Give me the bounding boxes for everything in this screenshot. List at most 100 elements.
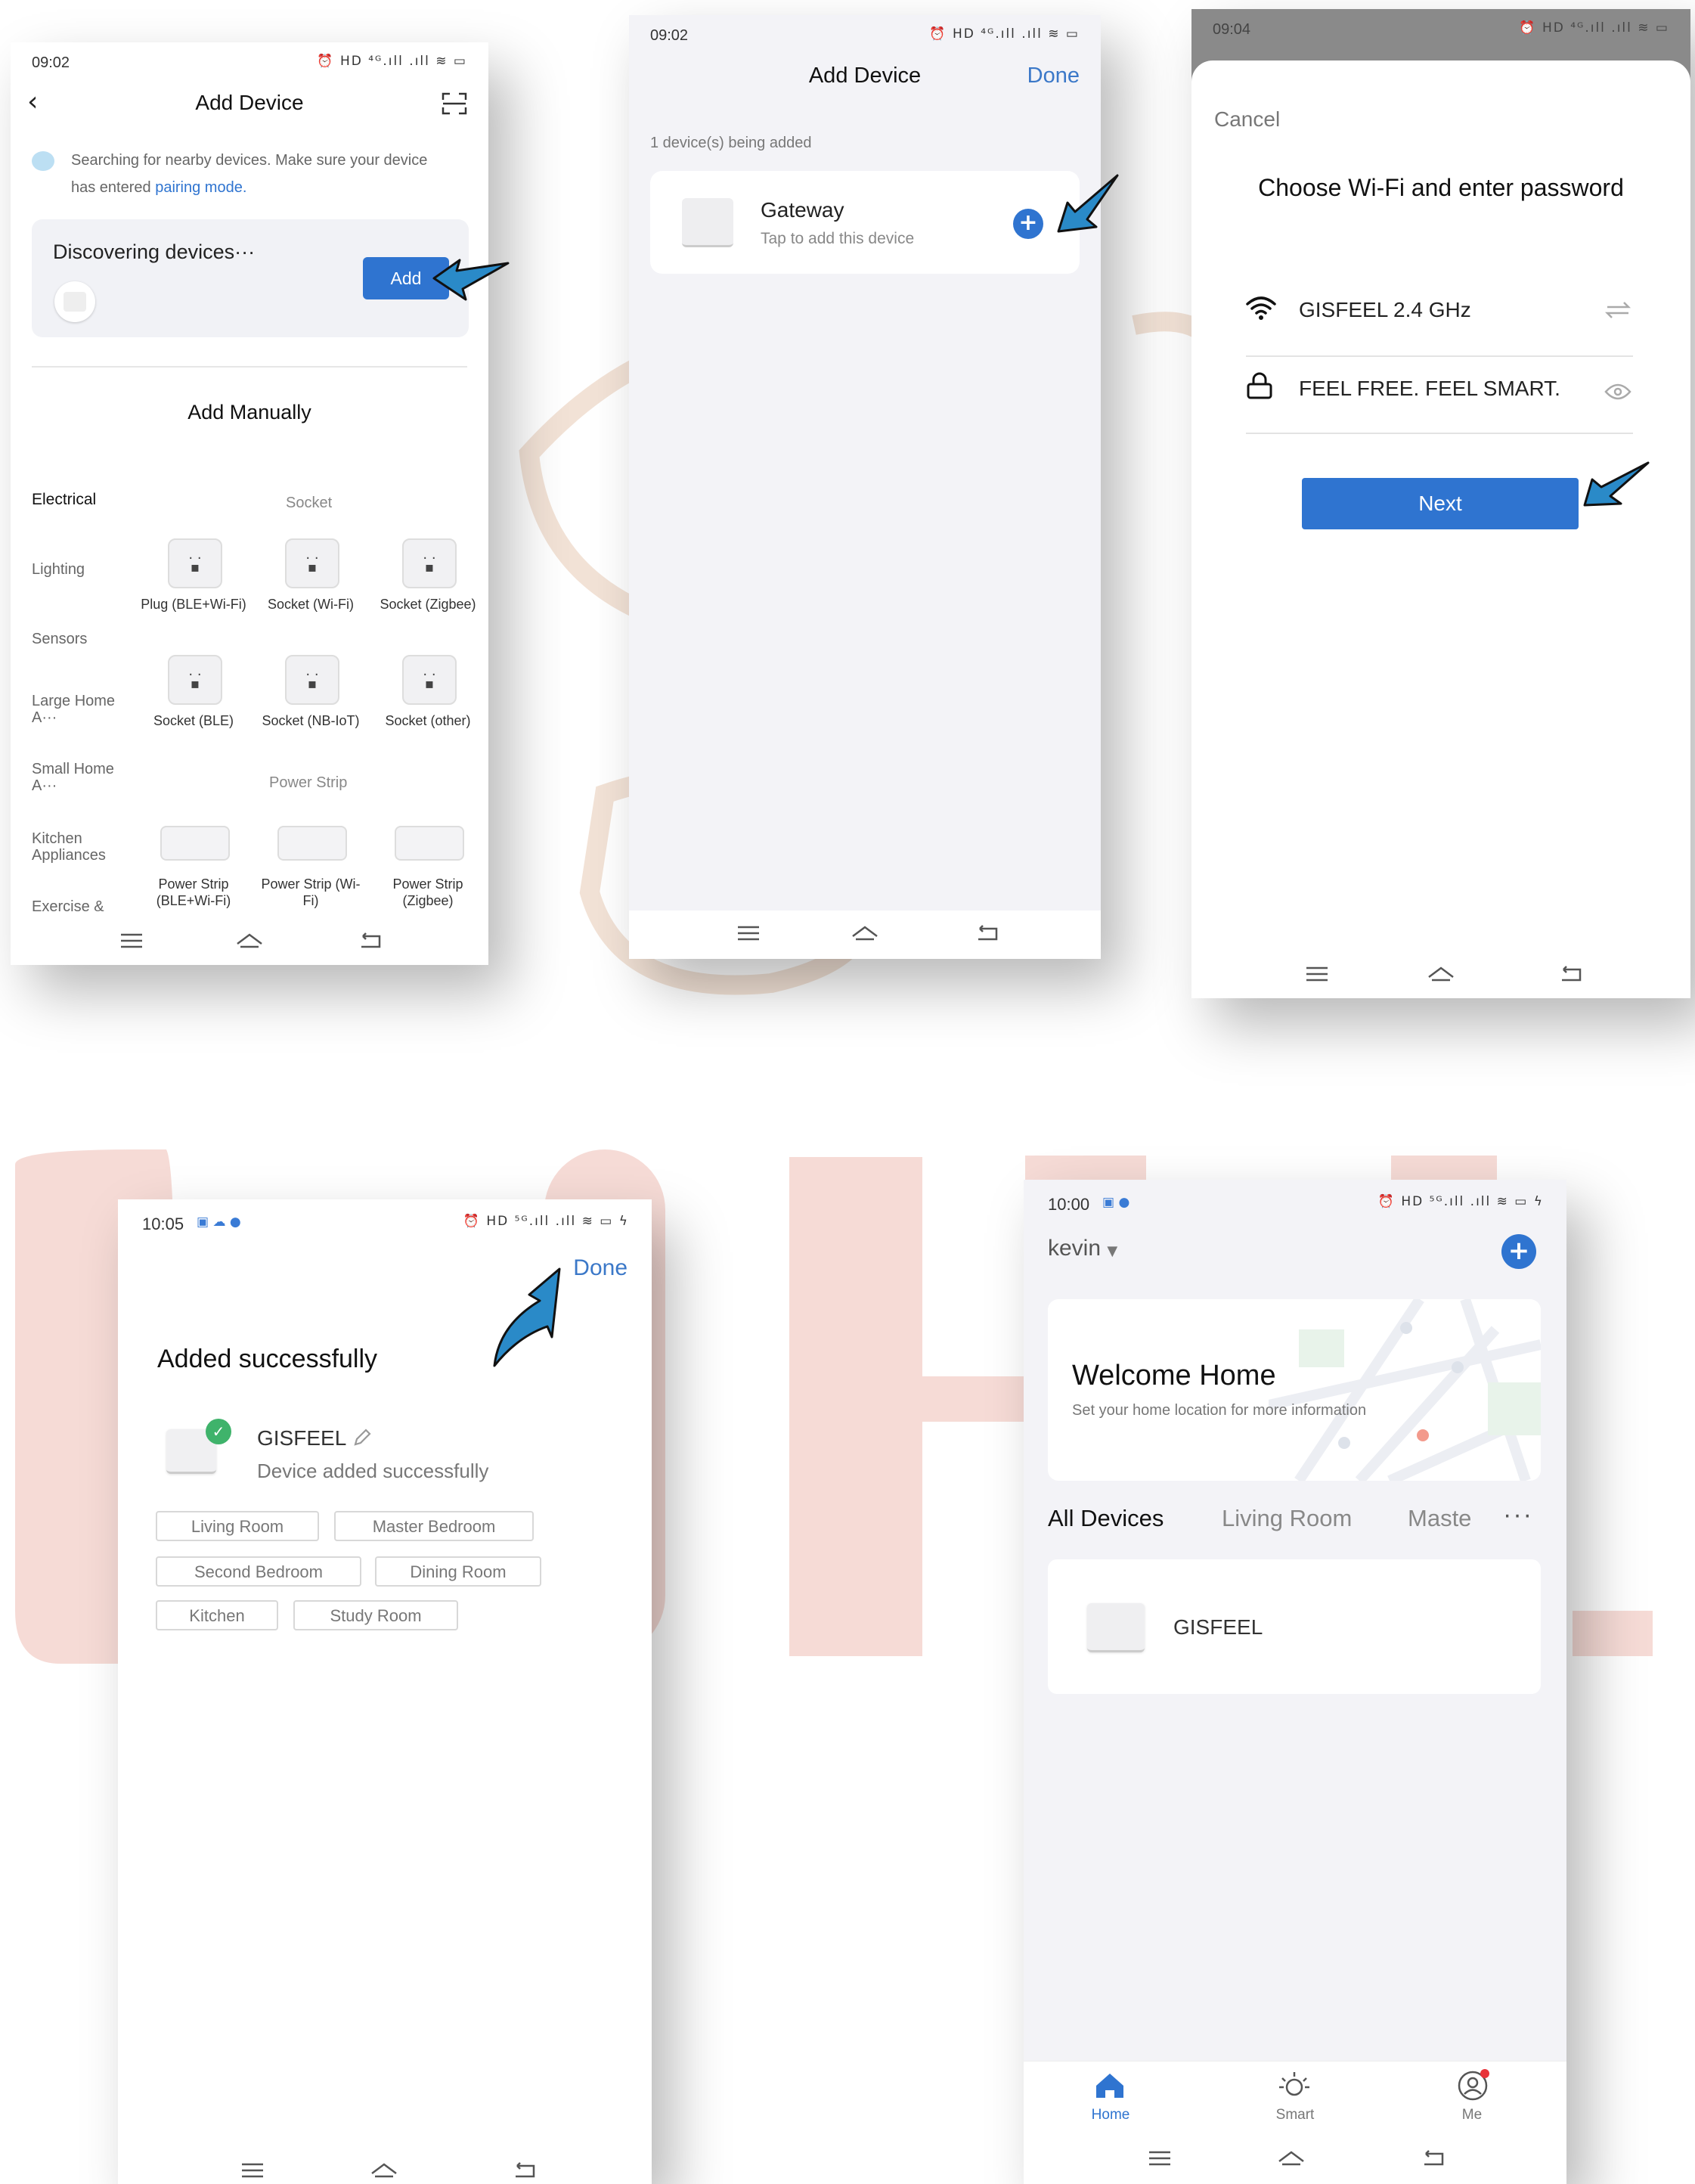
eye-icon[interactable] <box>1604 383 1631 401</box>
scan-icon[interactable] <box>442 92 467 115</box>
status-bar: 10:05 ▣ ☁ ● ⏰ HD ⁵ᴳ.ıll .ıll ≋ ▭ ϟ <box>118 1207 652 1237</box>
category-electrical[interactable]: Electrical <box>32 492 96 508</box>
add-device-plus-icon[interactable]: + <box>1013 209 1043 239</box>
socket-other-icon[interactable]: · · ▪ <box>402 655 457 705</box>
home-nav-icon[interactable] <box>369 2157 399 2184</box>
status-icons: ⏰ HD ⁴ᴳ.ıll .ıll ≋ ▭ <box>1519 20 1669 36</box>
socket-label: Socket (Zigbee) <box>380 597 476 612</box>
category-lighting[interactable]: Lighting <box>32 561 85 578</box>
socket-label: Plug (BLE+Wi-Fi) <box>141 597 246 612</box>
menu-icon[interactable] <box>1302 960 1332 988</box>
home-icon[interactable] <box>1093 2071 1126 2101</box>
device-card[interactable]: Gateway Tap to add this device + <box>650 171 1080 274</box>
home-nav-icon[interactable] <box>1426 960 1456 988</box>
room-tag[interactable]: Master Bedroom <box>334 1511 534 1541</box>
searching-icon <box>32 151 54 171</box>
adding-devices-screen: 09:02 ⏰ HD ⁴ᴳ.ıll .ıll ≋ ▭ Add Device Do… <box>629 15 1101 959</box>
power-strip-section-label: Power Strip <box>269 774 348 791</box>
done-button[interactable]: Done <box>1027 64 1080 88</box>
tab-home-label[interactable]: Home <box>1077 2107 1145 2124</box>
menu-icon[interactable] <box>237 2157 268 2184</box>
socket-label: Socket (BLE) <box>153 713 234 728</box>
socket-ble-icon[interactable]: · · ▪ <box>168 655 222 705</box>
system-nav-bar <box>118 2148 652 2184</box>
pairing-mode-link[interactable]: pairing mode. <box>155 179 246 196</box>
strip-label: Power Strip (BLE+Wi-Fi) <box>156 876 231 908</box>
device-hint: Tap to add this device <box>761 230 915 247</box>
back-nav-icon[interactable] <box>972 920 1002 947</box>
welcome-card[interactable]: Welcome Home Set your home location for … <box>1048 1299 1541 1481</box>
room-tag[interactable]: Study Room <box>293 1600 458 1630</box>
profile-icon[interactable] <box>1456 2069 1492 2102</box>
page-title: Added successfully <box>157 1345 378 1373</box>
device-name: GISFEEL <box>1173 1615 1263 1639</box>
socket-nb-iot-icon[interactable]: · · ▪ <box>285 655 339 705</box>
tab-living-room[interactable]: Living Room <box>1222 1505 1352 1532</box>
menu-icon[interactable] <box>116 927 147 954</box>
status-time: 10:05 <box>142 1215 184 1233</box>
system-nav-bar <box>1191 951 1690 998</box>
strip-label: Power Strip (Zigbee) <box>392 876 463 908</box>
switch-network-icon[interactable] <box>1604 299 1631 321</box>
cancel-button[interactable]: Cancel <box>1214 107 1280 132</box>
room-tag[interactable]: Kitchen <box>156 1600 278 1630</box>
strip-label: Power Strip (Wi-Fi) <box>261 876 361 908</box>
power-strip-wifi-icon[interactable] <box>277 826 347 861</box>
socket-wifi-icon[interactable]: · · ▪ <box>285 538 339 588</box>
smart-icon[interactable] <box>1278 2071 1311 2101</box>
home-nav-icon[interactable] <box>850 920 880 947</box>
page-title: Add Device <box>195 91 304 114</box>
next-button[interactable]: Next <box>1302 478 1579 529</box>
divider <box>1246 355 1633 357</box>
success-check-icon: ✓ <box>206 1419 231 1444</box>
status-bar: 09:02 ⏰ HD ⁴ᴳ.ıll .ıll ≋ ▭ <box>629 20 1101 50</box>
chevron-down-icon: ▼ <box>1107 1243 1118 1259</box>
system-nav-bar <box>1024 2136 1566 2184</box>
sheet-title: Choose Wi-Fi and enter password <box>1258 174 1624 201</box>
tab-master[interactable]: Maste <box>1408 1505 1497 1532</box>
more-tabs-icon[interactable]: ··· <box>1503 1500 1533 1530</box>
added-successfully-screen: 10:05 ▣ ☁ ● ⏰ HD ⁵ᴳ.ıll .ıll ≋ ▭ ϟ Done … <box>118 1199 652 2184</box>
home-nav-icon[interactable] <box>234 927 265 954</box>
divider <box>32 366 467 368</box>
status-bar: 09:02 ⏰ HD ⁴ᴳ.ıll .ıll ≋ ▭ <box>11 47 488 77</box>
home-selector[interactable]: kevin ▼ <box>1048 1236 1117 1261</box>
category-exercise[interactable]: Exercise & <box>32 898 104 915</box>
tab-all-devices[interactable]: All Devices <box>1048 1505 1164 1532</box>
socket-section-label: Socket <box>286 495 333 511</box>
category-kitchen[interactable]: Kitchen Appliances <box>32 830 122 864</box>
lock-icon <box>1247 372 1272 399</box>
back-nav-icon[interactable] <box>355 927 386 954</box>
devices-count: 1 device(s) being added <box>650 135 812 151</box>
menu-icon[interactable] <box>1145 2145 1175 2172</box>
category-large-home[interactable]: Large Home A··· <box>32 693 122 726</box>
device-card[interactable]: GISFEEL <box>1048 1559 1541 1694</box>
wifi-name-field[interactable]: GISFEEL 2.4 GHz <box>1299 298 1471 322</box>
status-icons: ⏰ HD ⁴ᴳ.ıll .ıll ≋ ▭ <box>317 54 467 69</box>
add-device-plus-icon[interactable]: + <box>1501 1234 1536 1269</box>
plug-ble-wifi-icon[interactable]: · · ▪ <box>168 538 222 588</box>
tab-me-label[interactable]: Me <box>1438 2107 1506 2124</box>
home-nav-icon[interactable] <box>1276 2145 1306 2172</box>
status-time: 09:04 <box>1213 21 1251 38</box>
room-tag[interactable]: Dining Room <box>375 1556 541 1587</box>
done-button[interactable]: Done <box>573 1255 627 1281</box>
edit-icon[interactable] <box>351 1426 373 1449</box>
power-strip-zigbee-icon[interactable] <box>395 826 464 861</box>
room-tag[interactable]: Second Bedroom <box>156 1556 361 1587</box>
socket-zigbee-icon[interactable]: · · ▪ <box>402 538 457 588</box>
back-nav-icon[interactable] <box>1418 2145 1449 2172</box>
room-tag[interactable]: Living Room <box>156 1511 319 1541</box>
password-field[interactable]: FEEL FREE. FEEL SMART. <box>1299 377 1560 401</box>
gisfeel-device-icon <box>1087 1603 1145 1652</box>
category-small-home[interactable]: Small Home A··· <box>32 761 122 794</box>
back-nav-icon[interactable] <box>1556 960 1586 988</box>
discovered-device-icon <box>54 281 95 322</box>
menu-icon[interactable] <box>733 920 764 947</box>
home-name: kevin <box>1048 1236 1102 1261</box>
category-sensors[interactable]: Sensors <box>32 631 87 647</box>
tab-smart-label[interactable]: Smart <box>1261 2107 1329 2124</box>
add-manually-heading: Add Manually <box>187 401 311 423</box>
power-strip-ble-wifi-icon[interactable] <box>160 826 230 861</box>
back-nav-icon[interactable] <box>510 2157 540 2184</box>
